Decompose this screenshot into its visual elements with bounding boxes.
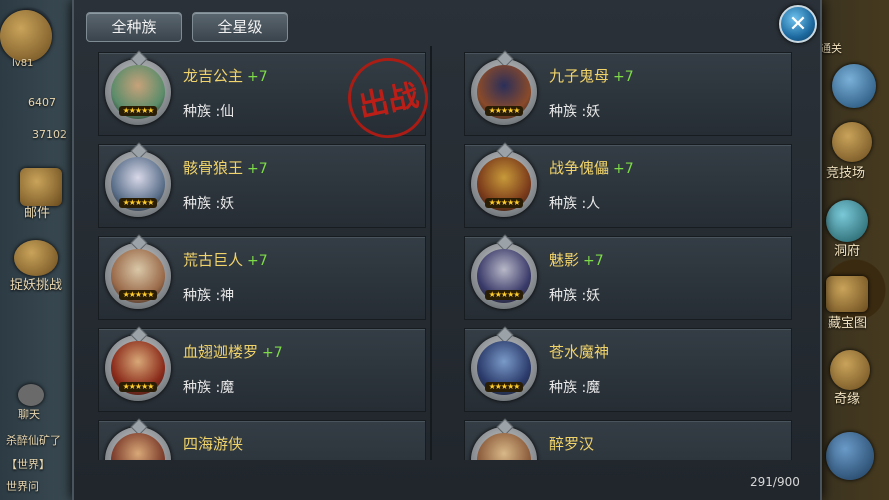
hero-portrait-image [111, 433, 165, 460]
hero-level: +7 [262, 345, 283, 361]
cave-icon[interactable] [826, 200, 868, 242]
hero-race: 种族 :妖 [549, 104, 601, 120]
hero-portrait-frame [105, 427, 171, 460]
hero-race: 种族 :魔 [549, 380, 601, 396]
challenge-icon[interactable] [14, 240, 58, 276]
game-screen: lv81 6407 37102 邮件 捉妖挑战 聊天 杀醉仙矿了 【世界】 世界… [0, 0, 889, 500]
star-rating: ★★★★★ [485, 198, 523, 208]
hero-name: 醉罗汉 [549, 435, 595, 453]
hero-portrait-frame: ★★★★★ [471, 151, 537, 217]
hero-portrait-frame: ★★★★★ [471, 335, 537, 401]
mail-icon[interactable] [20, 168, 62, 206]
hero-portrait-frame: ★★★★★ [105, 59, 171, 125]
cave-label[interactable]: 洞府 [834, 240, 860, 259]
hero-card[interactable]: 醉罗汉 [464, 420, 792, 460]
star-rating: ★★★★★ [119, 106, 157, 116]
race-filter-button[interactable]: 全种族 [86, 12, 182, 42]
hero-race: 种族 :魔 [183, 380, 235, 396]
close-button[interactable]: ✕ [779, 5, 817, 43]
hero-name: 苍水魔神 [549, 343, 610, 361]
star-rating: ★★★★★ [119, 382, 157, 392]
hero-level: +7 [247, 161, 268, 177]
adventure-label[interactable]: 奇缘 [834, 388, 860, 407]
hero-count: 291/900 [750, 475, 800, 489]
hero-name: 四海游侠 [183, 435, 244, 453]
hero-race: 种族 :人 [549, 196, 601, 212]
hero-level: +7 [583, 253, 604, 269]
pass-label[interactable]: 通关 [820, 40, 842, 56]
hero-name: 九子鬼母 [549, 67, 610, 85]
chat-line: 杀醉仙矿了 [6, 434, 61, 447]
challenge-label[interactable]: 捉妖挑战 [10, 274, 62, 293]
star-rating: ★★★★★ [485, 106, 523, 116]
hero-card[interactable]: ★★★★★ 血翅迦楼罗 +7 种族 :魔 [98, 328, 426, 412]
hero-card[interactable]: ★★★★★ 魅影 +7 种族 :妖 [464, 236, 792, 320]
hero-name: 战争傀儡 [549, 159, 610, 177]
star-rating: ★★★★★ [119, 290, 157, 300]
arena-icon[interactable] [832, 122, 872, 162]
hero-name: 骸骨狼王 [183, 159, 244, 177]
hero-race: 种族 :仙 [183, 104, 235, 120]
hero-list[interactable]: ★★★★★ 龙吉公主 +7 种族 :仙 ★★★★★ 九子鬼母 +7 种族 :妖 ★★… [86, 46, 804, 460]
chat-line: 【世界】 [6, 458, 50, 471]
hero-card[interactable]: ★★★★★ 荒古巨人 +7 种族 :神 [98, 236, 426, 320]
hero-level: +7 [247, 69, 268, 85]
hero-portrait-frame: ★★★★★ [105, 243, 171, 309]
close-icon: ✕ [788, 11, 808, 37]
hero-race: 种族 :妖 [183, 196, 235, 212]
pass-icon[interactable] [832, 64, 876, 108]
player-level: lv81 [12, 58, 34, 69]
player-avatar[interactable] [0, 10, 52, 62]
adventure-icon[interactable] [830, 350, 870, 390]
star-rating: ★★★★★ [485, 382, 523, 392]
hero-portrait-frame: ★★★★★ [471, 59, 537, 125]
hero-name: 魅影 [549, 251, 580, 269]
chat-label[interactable]: 聊天 [18, 406, 40, 422]
hero-card[interactable]: ★★★★★ 骸骨狼王 +7 种族 :妖 [98, 144, 426, 228]
hero-name: 龙吉公主 [183, 67, 244, 85]
expand-menu-icon[interactable] [826, 432, 874, 480]
chat-icon[interactable] [18, 384, 44, 406]
hero-name: 荒古巨人 [183, 251, 244, 269]
hero-name: 血翅迦楼罗 [183, 343, 259, 361]
hero-card[interactable]: 四海游侠 [98, 420, 426, 460]
arena-label[interactable]: 竞技场 [826, 162, 865, 181]
treasure-map-icon[interactable] [826, 276, 868, 312]
star-filter-button[interactable]: 全星级 [192, 12, 288, 42]
gem-count: 37102 [32, 128, 67, 141]
hero-portrait-image [477, 433, 531, 460]
hero-card[interactable]: ★★★★★ 九子鬼母 +7 种族 :妖 [464, 52, 792, 136]
star-rating: ★★★★★ [119, 198, 157, 208]
hero-race: 种族 :神 [183, 288, 235, 304]
hero-portrait-frame [471, 427, 537, 460]
treasure-label[interactable]: 藏宝图 [828, 312, 867, 331]
chat-line: 世界问 [6, 480, 39, 493]
mail-label[interactable]: 邮件 [24, 202, 50, 221]
hero-portrait-frame: ★★★★★ [105, 335, 171, 401]
hero-level: +7 [613, 161, 634, 177]
hero-portrait-frame: ★★★★★ [105, 151, 171, 217]
hero-card[interactable]: ★★★★★ 苍水魔神 种族 :魔 [464, 328, 792, 412]
hero-level: +7 [613, 69, 634, 85]
hero-portrait-frame: ★★★★★ [471, 243, 537, 309]
hero-level: +7 [247, 253, 268, 269]
star-rating: ★★★★★ [485, 290, 523, 300]
hero-card[interactable]: ★★★★★ 战争傀儡 +7 种族 :人 [464, 144, 792, 228]
coin-count: 6407 [28, 96, 56, 109]
hero-race: 种族 :妖 [549, 288, 601, 304]
